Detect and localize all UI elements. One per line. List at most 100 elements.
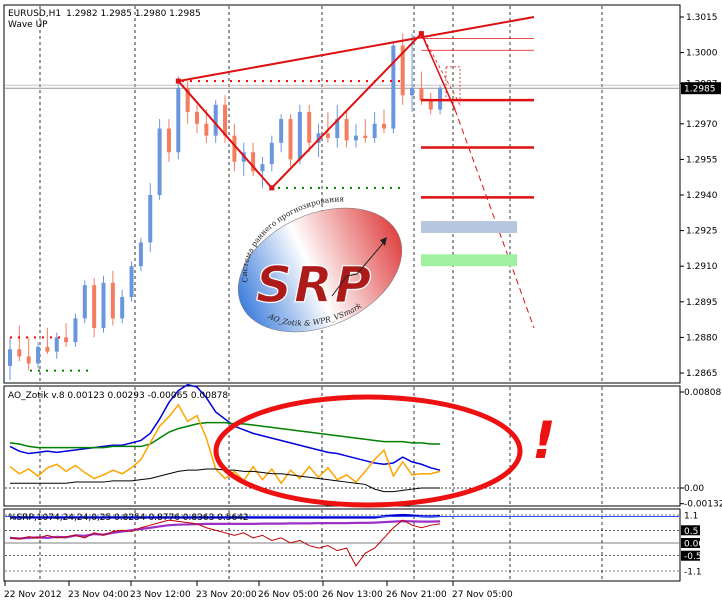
- main-title: EURUSD,H1 1.2982 1.2985 1.2980 1.2985: [8, 9, 201, 19]
- red-dot: [358, 80, 360, 83]
- green-dot: [62, 369, 64, 372]
- candle-body: [279, 119, 284, 143]
- green-dot: [86, 369, 88, 372]
- candle-body: [92, 285, 97, 328]
- red-dot: [398, 80, 400, 83]
- green-dot: [390, 186, 392, 189]
- candle-body: [223, 104, 228, 136]
- green-dot: [54, 369, 56, 372]
- candle-body: [8, 349, 12, 366]
- red-dot: [262, 80, 264, 83]
- red-dot: [278, 80, 280, 83]
- target-zone: [421, 254, 517, 267]
- y-tick-label: -0.00132: [684, 500, 722, 510]
- y-tick-label: -1.1: [684, 568, 702, 578]
- candle-body: [110, 282, 115, 319]
- indicator-name: Wave UP: [8, 20, 48, 30]
- y-tick-label: 1.3000: [686, 49, 718, 59]
- y-tick-label: 1.2880: [686, 333, 718, 343]
- candle-body: [138, 242, 143, 267]
- red-dot: [326, 80, 328, 83]
- green-dot: [382, 186, 384, 189]
- red-dot: [342, 80, 344, 83]
- target-zone: [421, 221, 517, 233]
- x-tick-label: 22 Nov 2012: [4, 590, 62, 600]
- candle-body: [213, 104, 218, 136]
- y-tick-label: 0.5: [684, 527, 698, 537]
- red-dot: [254, 80, 256, 83]
- red-dot: [390, 80, 392, 83]
- y-tick-label: 1.2970: [686, 120, 718, 130]
- green-dot: [70, 369, 72, 372]
- green-dot: [334, 186, 336, 189]
- candle-body: [101, 282, 106, 328]
- candle-body: [45, 346, 50, 352]
- wave-point: [175, 78, 181, 84]
- green-dot: [78, 369, 80, 372]
- red-dot: [318, 80, 320, 83]
- x-tick-label: 23 Nov 12:00: [130, 590, 191, 600]
- candle-body: [129, 266, 134, 298]
- logo-main-text: SRP: [256, 256, 373, 314]
- candle-body: [372, 123, 377, 139]
- y-tick-label: 0.00808: [684, 388, 721, 398]
- green-dot: [326, 186, 328, 189]
- green-dot: [318, 186, 320, 189]
- candle-body: [353, 135, 358, 141]
- candle-body: [204, 123, 209, 136]
- green-dot: [286, 186, 288, 189]
- candle-body: [148, 195, 153, 243]
- y-tick-label: 1.3015: [686, 13, 718, 23]
- candle-body: [82, 285, 87, 319]
- green-dot: [302, 186, 304, 189]
- red-dot: [382, 80, 384, 83]
- red-dot: [246, 80, 248, 83]
- exclamation-mark: !: [532, 411, 556, 471]
- red-dot: [206, 80, 208, 83]
- candle-body: [73, 318, 78, 343]
- red-dot: [310, 80, 312, 83]
- x-tick-label: 26 Nov 21:00: [386, 590, 447, 600]
- x-tick-label: 26 Nov 13:00: [322, 590, 383, 600]
- green-dot: [30, 369, 32, 372]
- candle-body: [428, 100, 433, 110]
- red-dot: [18, 336, 20, 339]
- red-dot: [230, 80, 232, 83]
- y-tick-label: 0.00: [684, 540, 704, 550]
- green-dot: [46, 369, 48, 372]
- red-dot: [366, 80, 368, 83]
- candle-body: [17, 349, 22, 357]
- y-tick-label: 1.2925: [686, 227, 718, 237]
- chart-canvas: 1.30151.30001.29871.29701.29551.29401.29…: [3, 4, 722, 600]
- green-dot: [350, 186, 352, 189]
- y-tick-label: 1.2865: [686, 369, 718, 379]
- candle-body: [325, 133, 330, 139]
- red-dot: [334, 80, 336, 83]
- red-dot: [222, 80, 224, 83]
- x-tick-label: 23 Nov 04:00: [68, 590, 129, 600]
- y-tick-label: 0.00: [684, 484, 704, 494]
- current-price-label: 1.2985: [684, 85, 716, 95]
- red-dot: [302, 80, 304, 83]
- red-dot: [10, 336, 12, 339]
- y-tick-label: 1.2895: [686, 298, 718, 308]
- red-dot: [190, 80, 192, 83]
- red-dot: [238, 80, 240, 83]
- red-dot: [58, 336, 60, 339]
- y-tick-label: -0.5: [684, 552, 702, 562]
- ao-title: AO_Zotik v.8 0.00123 0.00293 -0.00065 0.…: [8, 391, 228, 401]
- candle-body: [26, 356, 31, 364]
- candle-body: [120, 297, 125, 319]
- y-tick-label: 1.2940: [686, 191, 718, 201]
- red-dot: [198, 80, 200, 83]
- candle-body: [419, 88, 424, 101]
- chart-window: 1.30151.30001.29871.29701.29551.29401.29…: [0, 0, 722, 605]
- red-dot: [286, 80, 288, 83]
- wave-point: [269, 185, 275, 191]
- candle-body: [382, 123, 386, 129]
- candle-body: [410, 88, 415, 96]
- candle-body: [54, 337, 59, 352]
- candle-body: [391, 45, 396, 129]
- red-dot: [294, 80, 296, 83]
- y-tick-label: 1.2955: [686, 155, 718, 165]
